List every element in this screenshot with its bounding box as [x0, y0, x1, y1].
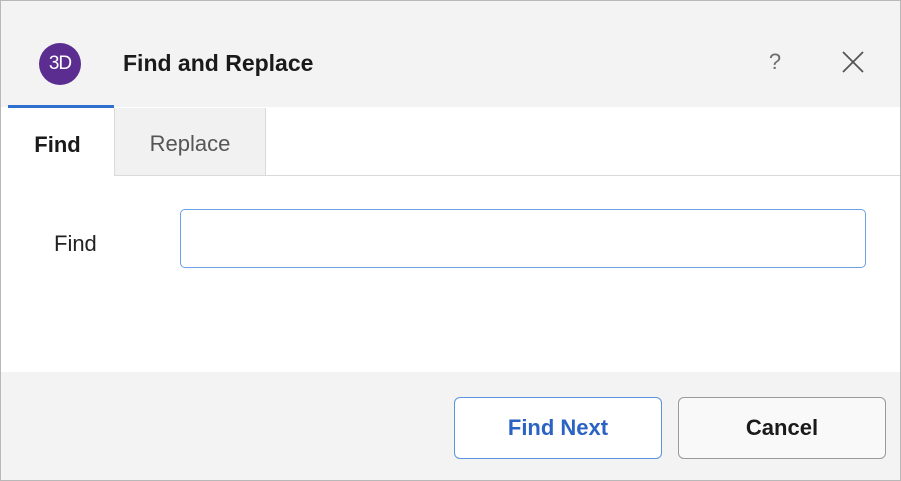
find-label: Find — [54, 231, 97, 256]
tab-divider — [265, 175, 900, 176]
title-bar: 3D Find and Replace ? — [1, 1, 900, 107]
cancel-button[interactable]: Cancel — [678, 397, 886, 459]
help-button[interactable]: ? — [761, 45, 789, 79]
tab-find[interactable]: Find — [1, 108, 114, 176]
find-input[interactable] — [180, 209, 866, 268]
find-replace-dialog: 3D Find and Replace ? Find Replace Find … — [0, 0, 901, 481]
dialog-title: Find and Replace — [123, 50, 314, 76]
find-next-button[interactable]: Find Next — [454, 397, 662, 459]
app-logo-icon: 3D — [39, 43, 81, 85]
close-button[interactable] — [837, 46, 869, 78]
tab-replace[interactable]: Replace — [114, 108, 266, 176]
close-icon — [842, 51, 864, 73]
